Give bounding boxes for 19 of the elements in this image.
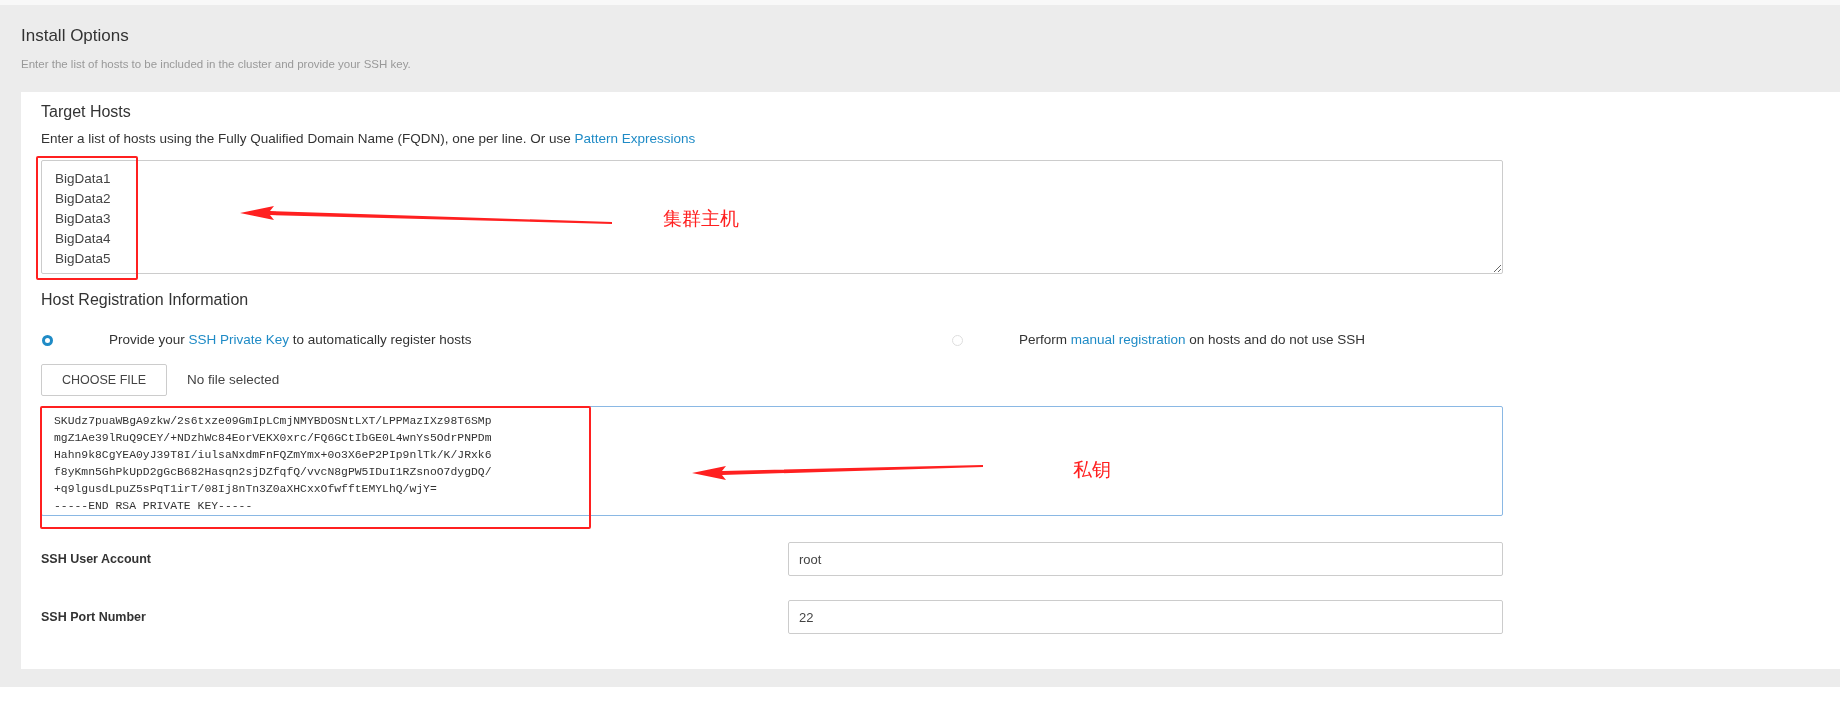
option-link[interactable]: SSH Private Key [188, 332, 290, 348]
section-title: Host Registration Information [41, 290, 250, 311]
text-field[interactable]: 22 [788, 600, 1503, 635]
text-field[interactable]: root [788, 542, 1503, 577]
radio-button[interactable] [42, 334, 53, 346]
choose-file-button[interactable]: CHOOSE FILE [41, 364, 168, 397]
page-subtitle: Enter the list of hosts to be included in the cluster and provide your SSH key. [20, 57, 412, 72]
radio-label: Perform manual registration on hosts and do not use SSH [1019, 331, 1365, 350]
pattern-expressions-link[interactable]: Pattern Expressions [574, 131, 696, 147]
annotation-label: 集群主机 [663, 207, 739, 231]
radio-label: Provide your SSH Private Key to automatically register hosts [109, 331, 472, 350]
field-label: SSH User Account [41, 550, 152, 568]
field-label: SSH Port Number [41, 608, 147, 626]
section-description: Enter a list of hosts using the Fully Qualified Domain Name (FQDN), one per line. Or use Pattern Expressions [41, 130, 697, 149]
section-title: Target Hosts [41, 102, 132, 123]
option-link[interactable]: manual registration [1070, 332, 1186, 348]
file-status: No file selected [187, 371, 280, 390]
page-title: Install Options [20, 26, 130, 46]
annotation-label: 私钥 [1073, 458, 1111, 482]
